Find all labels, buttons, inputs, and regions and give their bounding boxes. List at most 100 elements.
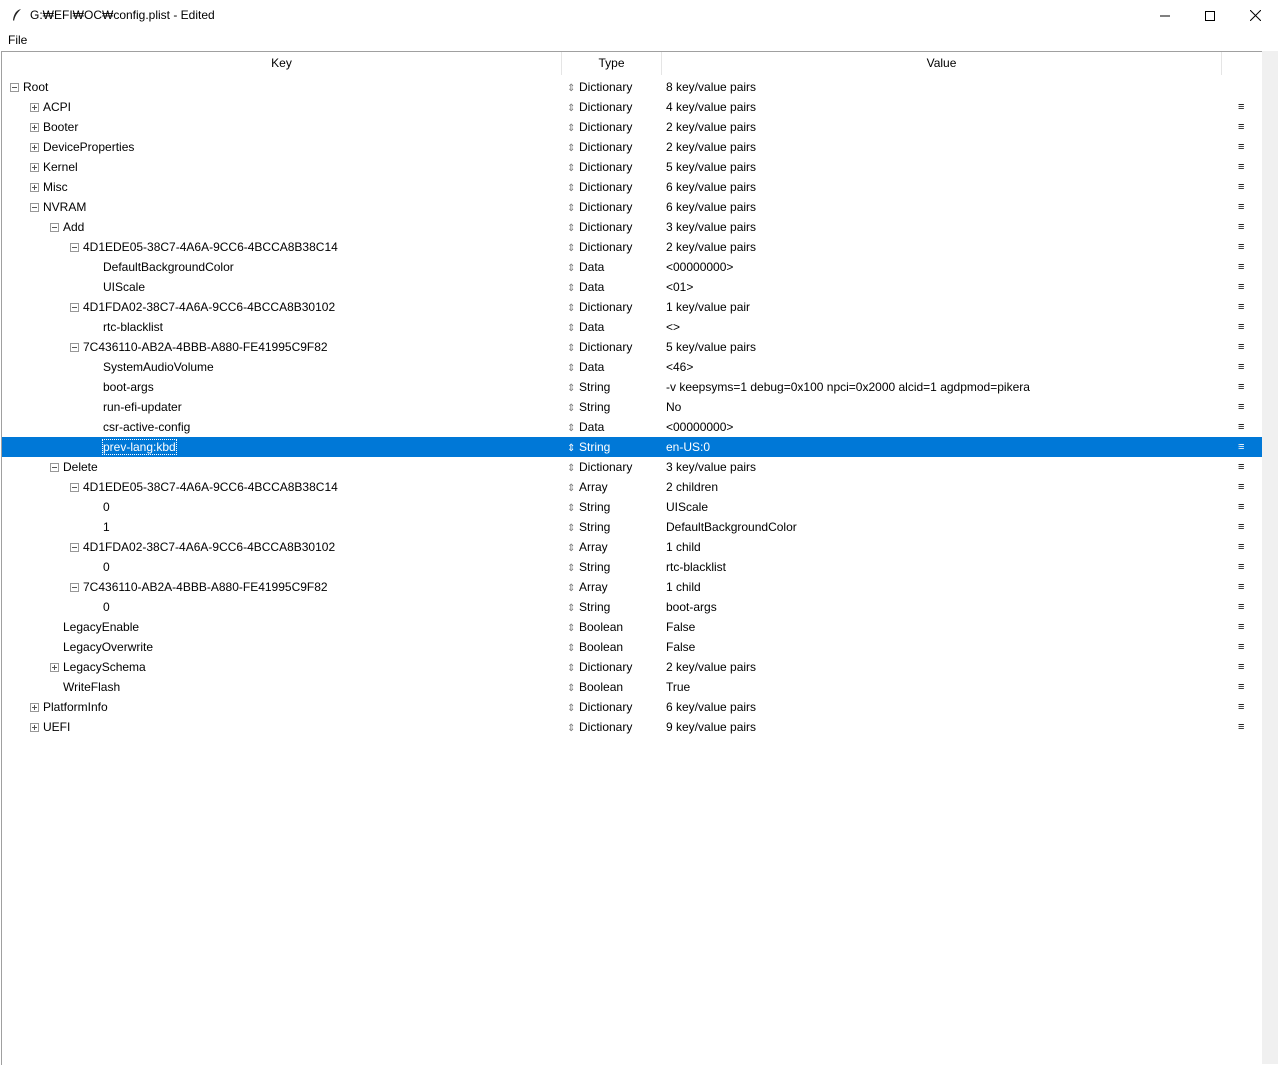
row-value[interactable]: 8 key/value pairs <box>666 77 756 97</box>
row-value[interactable]: 1 child <box>666 537 701 557</box>
tree-row[interactable]: DefaultBackgroundColor ⇕ Data <00000000> ≡ <box>2 257 1263 277</box>
hamburger-icon[interactable]: ≡ <box>1238 517 1246 537</box>
row-type[interactable]: ⇕ Dictionary <box>567 97 632 119</box>
tree-row[interactable]: run-efi-updater ⇕ String No ≡ <box>2 397 1263 417</box>
tree-row[interactable]: Booter ⇕ Dictionary 2 key/value pairs ≡ <box>2 117 1263 137</box>
expand-icon[interactable] <box>30 723 39 732</box>
row-value[interactable]: 2 children <box>666 477 718 497</box>
tree-row[interactable]: 0 ⇕ String boot-args ≡ <box>2 597 1263 617</box>
hamburger-icon[interactable]: ≡ <box>1238 677 1246 697</box>
collapse-icon[interactable] <box>50 223 59 232</box>
hamburger-icon[interactable]: ≡ <box>1238 457 1246 477</box>
collapse-icon[interactable] <box>70 243 79 252</box>
row-value[interactable]: rtc-blacklist <box>666 557 726 577</box>
row-type[interactable]: ⇕ Dictionary <box>567 117 632 139</box>
hamburger-icon[interactable]: ≡ <box>1238 717 1246 737</box>
collapse-icon[interactable] <box>70 303 79 312</box>
collapse-icon[interactable] <box>10 83 19 92</box>
vertical-scrollbar[interactable] <box>1262 51 1278 1064</box>
row-value[interactable]: <00000000> <box>666 257 733 277</box>
expand-icon[interactable] <box>50 663 59 672</box>
hamburger-icon[interactable]: ≡ <box>1238 617 1246 637</box>
row-type[interactable]: ⇕ Dictionary <box>567 457 632 479</box>
tree-row[interactable]: 4D1FDA02-38C7-4A6A-9CC6-4BCCA8B30102 ⇕ Dic… <box>2 297 1263 317</box>
row-value[interactable]: boot-args <box>666 597 717 617</box>
tree-row[interactable]: SystemAudioVolume ⇕ Data <46> ≡ <box>2 357 1263 377</box>
hamburger-icon[interactable]: ≡ <box>1238 337 1246 357</box>
row-type[interactable]: ⇕ Boolean <box>567 617 623 639</box>
expand-icon[interactable] <box>30 163 39 172</box>
row-value[interactable]: 2 key/value pairs <box>666 237 756 257</box>
row-type[interactable]: ⇕ String <box>567 497 610 519</box>
row-value[interactable]: False <box>666 617 695 637</box>
hamburger-icon[interactable]: ≡ <box>1238 137 1246 157</box>
row-value[interactable]: 2 key/value pairs <box>666 117 756 137</box>
row-type[interactable]: ⇕ Dictionary <box>567 237 632 259</box>
tree-row[interactable]: Add ⇕ Dictionary 3 key/value pairs ≡ <box>2 217 1263 237</box>
expand-icon[interactable] <box>30 123 39 132</box>
hamburger-icon[interactable]: ≡ <box>1238 237 1246 257</box>
row-type[interactable]: ⇕ Dictionary <box>567 337 632 359</box>
tree-row[interactable]: Delete ⇕ Dictionary 3 key/value pairs ≡ <box>2 457 1263 477</box>
hamburger-icon[interactable]: ≡ <box>1238 357 1246 377</box>
row-value[interactable]: 2 key/value pairs <box>666 137 756 157</box>
tree-row[interactable]: PlatformInfo ⇕ Dictionary 6 key/value pairs… <box>2 697 1263 717</box>
row-value[interactable]: en-US:0 <box>666 437 710 457</box>
value-column-header[interactable]: Value <box>662 52 1222 75</box>
plist-tree-view[interactable]: Key Type Value Root ⇕ Dictionary 8 key/valu… <box>1 51 1263 1065</box>
tree-row[interactable]: 4D1EDE05-38C7-4A6A-9CC6-4BCCA8B38C14 ⇕ Dic… <box>2 237 1263 257</box>
hamburger-icon[interactable]: ≡ <box>1238 297 1246 317</box>
hamburger-icon[interactable]: ≡ <box>1238 557 1246 577</box>
row-type[interactable]: ⇕ String <box>567 397 610 419</box>
hamburger-icon[interactable]: ≡ <box>1238 197 1246 217</box>
row-value[interactable]: 6 key/value pairs <box>666 697 756 717</box>
tree-row[interactable]: prev-lang:kbd ⇕ String en-US:0 ≡ <box>2 437 1263 457</box>
hamburger-icon[interactable]: ≡ <box>1238 477 1246 497</box>
row-value[interactable]: <46> <box>666 357 693 377</box>
hamburger-icon[interactable]: ≡ <box>1238 317 1246 337</box>
row-value[interactable]: 1 key/value pair <box>666 297 750 317</box>
row-value[interactable]: True <box>666 677 690 697</box>
row-value[interactable]: DefaultBackgroundColor <box>666 517 797 537</box>
tree-row[interactable]: Kernel ⇕ Dictionary 5 key/value pairs ≡ <box>2 157 1263 177</box>
hamburger-icon[interactable]: ≡ <box>1238 397 1246 417</box>
row-value[interactable]: 3 key/value pairs <box>666 457 756 477</box>
close-button[interactable] <box>1232 0 1278 31</box>
type-column-header[interactable]: Type <box>562 52 662 75</box>
row-type[interactable]: ⇕ Dictionary <box>567 137 632 159</box>
tree-row[interactable]: 7C436110-AB2A-4BBB-A880-FE41995C9F82 ⇕ Arr… <box>2 577 1263 597</box>
expand-icon[interactable] <box>30 103 39 112</box>
hamburger-icon[interactable]: ≡ <box>1238 697 1246 717</box>
row-value[interactable]: <> <box>666 317 680 337</box>
tree-row[interactable]: 4D1FDA02-38C7-4A6A-9CC6-4BCCA8B30102 ⇕ Arr… <box>2 537 1263 557</box>
row-type[interactable]: ⇕ String <box>567 597 610 619</box>
collapse-icon[interactable] <box>30 203 39 212</box>
row-value[interactable]: 5 key/value pairs <box>666 337 756 357</box>
tree-row[interactable]: 0 ⇕ String UIScale ≡ <box>2 497 1263 517</box>
row-type[interactable]: ⇕ String <box>567 437 610 459</box>
expand-icon[interactable] <box>30 183 39 192</box>
row-type[interactable]: ⇕ Dictionary <box>567 197 632 219</box>
hamburger-icon[interactable]: ≡ <box>1238 637 1246 657</box>
tree-row[interactable]: 4D1EDE05-38C7-4A6A-9CC6-4BCCA8B38C14 ⇕ Arr… <box>2 477 1263 497</box>
row-value[interactable]: 6 key/value pairs <box>666 177 756 197</box>
row-type[interactable]: ⇕ Dictionary <box>567 697 632 719</box>
tree-row[interactable]: Misc ⇕ Dictionary 6 key/value pairs ≡ <box>2 177 1263 197</box>
tree-row[interactable]: LegacySchema ⇕ Dictionary 2 key/value pairs… <box>2 657 1263 677</box>
row-type[interactable]: ⇕ Data <box>567 417 604 439</box>
row-type[interactable]: ⇕ Data <box>567 357 604 379</box>
row-value[interactable]: 9 key/value pairs <box>666 717 756 737</box>
row-type[interactable]: ⇕ Data <box>567 317 604 339</box>
hamburger-icon[interactable]: ≡ <box>1238 117 1246 137</box>
row-type[interactable]: ⇕ Dictionary <box>567 717 632 739</box>
tree-row[interactable]: LegacyEnable ⇕ Boolean False ≡ <box>2 617 1263 637</box>
row-value[interactable]: 2 key/value pairs <box>666 657 756 677</box>
hamburger-icon[interactable]: ≡ <box>1238 177 1246 197</box>
row-type[interactable]: ⇕ Boolean <box>567 677 623 699</box>
hamburger-icon[interactable]: ≡ <box>1238 497 1246 517</box>
tree-row[interactable]: UEFI ⇕ Dictionary 9 key/value pairs ≡ <box>2 717 1263 737</box>
row-type[interactable]: ⇕ Array <box>567 577 608 599</box>
file-menu[interactable]: File <box>8 33 27 47</box>
tree-row[interactable]: 1 ⇕ String DefaultBackgroundColor ≡ <box>2 517 1263 537</box>
tree-row[interactable]: DeviceProperties ⇕ Dictionary 2 key/value p… <box>2 137 1263 157</box>
